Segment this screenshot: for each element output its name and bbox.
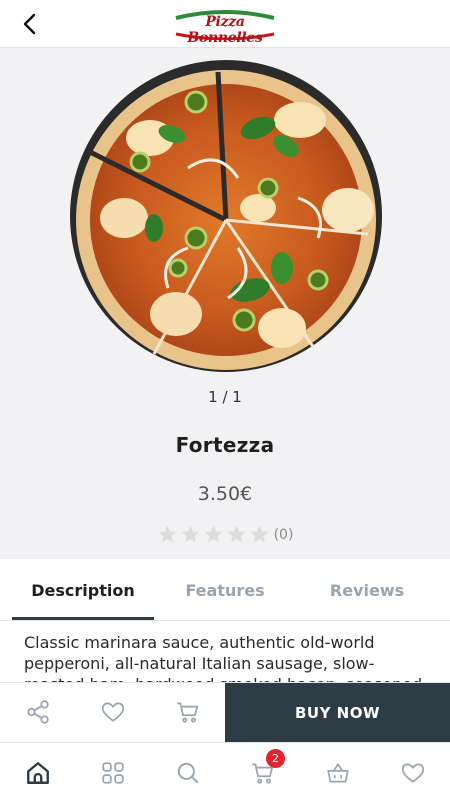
share-icon: [27, 700, 49, 724]
buy-now-button[interactable]: BUY NOW: [225, 683, 450, 743]
nav-home[interactable]: [24, 759, 52, 787]
nav-search[interactable]: [174, 759, 202, 787]
image-pager: 1 / 1: [208, 388, 242, 406]
action-bar: BUY NOW: [0, 682, 450, 743]
star-icon: [158, 525, 176, 543]
home-icon: [27, 762, 49, 784]
rating-count: (0): [273, 526, 294, 543]
basket-icon: [327, 763, 349, 783]
tab-features[interactable]: Features: [154, 559, 296, 621]
back-button[interactable]: [14, 10, 44, 38]
star-icon: [204, 525, 222, 543]
cart-count-badge: 2: [266, 749, 285, 768]
star-icon: [181, 525, 199, 543]
active-tab-indicator: [12, 617, 154, 620]
nav-orders[interactable]: [324, 759, 352, 787]
nav-categories[interactable]: [99, 759, 127, 787]
product-rating: (0): [0, 524, 450, 545]
tab-reviews[interactable]: Reviews: [296, 559, 438, 621]
chevron-left-icon: [23, 13, 36, 35]
product-price: 3.50€: [197, 483, 253, 505]
bottom-navigation: 2: [0, 742, 450, 800]
share-button[interactable]: [23, 697, 53, 727]
star-icon: [227, 525, 245, 543]
nav-wishlist[interactable]: [399, 759, 427, 787]
cart-icon: [177, 702, 199, 723]
product-tabs: Description Features Reviews: [0, 559, 450, 621]
product-description: Classic marinara sauce, authentic old-wo…: [24, 633, 422, 682]
add-to-cart-button[interactable]: [173, 697, 203, 727]
brand-logo: Pizza Bonnelles: [172, 8, 278, 46]
search-icon: [177, 762, 199, 784]
wishlist-button[interactable]: [98, 697, 128, 727]
product-hero: 1 / 1 Fortezza 3.50€ (0): [0, 48, 450, 559]
grid-icon: [102, 762, 124, 784]
heart-icon: [401, 763, 425, 783]
top-bar: Pizza Bonnelles: [0, 0, 450, 48]
star-icon: [250, 525, 268, 543]
pizza-photo[interactable]: [68, 58, 384, 374]
tab-description[interactable]: Description: [12, 559, 154, 621]
heart-icon: [101, 702, 125, 722]
product-name: Fortezza: [175, 433, 275, 457]
brand-logo-text: Pizza Bonnelles: [187, 14, 263, 46]
